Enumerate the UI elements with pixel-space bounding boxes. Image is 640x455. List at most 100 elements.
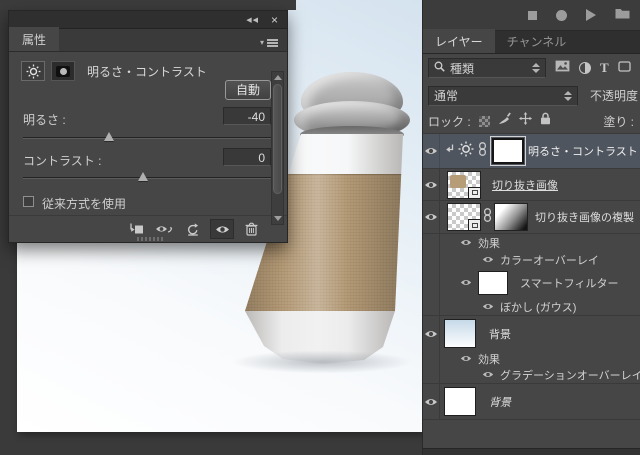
delete-trash-icon[interactable] bbox=[239, 219, 263, 239]
menu-lines-icon bbox=[267, 41, 278, 44]
shape-layer-filter-icon[interactable] bbox=[618, 59, 631, 77]
layer-thumbnail[interactable] bbox=[447, 203, 481, 231]
effects-label: 効果 bbox=[478, 354, 500, 366]
layer-thumbnail[interactable] bbox=[447, 170, 481, 199]
mask-link-chain-icon[interactable] bbox=[482, 207, 493, 227]
tab-channels[interactable]: チャンネル bbox=[495, 29, 579, 53]
layer-name: 背景 bbox=[489, 396, 511, 409]
layer-row-cutout[interactable]: 切り抜き画像 bbox=[423, 169, 640, 201]
tab-layers[interactable]: レイヤー bbox=[423, 29, 495, 53]
close-panel-icon[interactable]: × bbox=[271, 14, 278, 26]
filter-kind-dropdown[interactable]: 種類 bbox=[428, 58, 546, 78]
clip-to-layer-icon[interactable] bbox=[123, 219, 147, 239]
layer-row-background-2[interactable]: 背景 bbox=[423, 384, 640, 420]
contrast-slider-track[interactable] bbox=[23, 177, 273, 179]
effects-label: 効果 bbox=[478, 237, 500, 250]
layer-row-adjustment[interactable]: 明るさ・コントラスト bbox=[423, 134, 640, 169]
smart-object-badge-icon bbox=[468, 186, 481, 199]
toggle-visibility-eye-icon[interactable] bbox=[210, 219, 234, 239]
layer-filter-row: 種類 T bbox=[423, 54, 640, 82]
contrast-slider-thumb[interactable] bbox=[138, 172, 148, 181]
lock-label: ロック : bbox=[428, 114, 471, 129]
scroll-down-icon[interactable] bbox=[274, 216, 282, 221]
record-icon[interactable] bbox=[556, 9, 567, 21]
eye-column bbox=[423, 351, 440, 367]
lock-paint-brush-icon[interactable] bbox=[498, 112, 511, 130]
auto-button[interactable]: 自動 bbox=[225, 80, 271, 100]
color-overlay-row[interactable]: カラーオーバーレイ bbox=[423, 251, 640, 268]
fill-label: 塗り : bbox=[603, 114, 634, 129]
visibility-eye-icon[interactable] bbox=[423, 134, 440, 168]
effects-row[interactable]: 効果 bbox=[423, 234, 640, 251]
play-icon[interactable] bbox=[586, 9, 596, 21]
visibility-eye-icon[interactable] bbox=[423, 316, 440, 351]
dropdown-spinner-icon bbox=[564, 90, 572, 101]
brightness-adjustment-icon[interactable] bbox=[21, 61, 45, 81]
layer-name: 切り抜き画像の複製 bbox=[535, 212, 634, 224]
layer-list: 明るさ・コントラスト 切り抜き画像 切り抜き画像の複製 効果 カラーオーバーレイ… bbox=[423, 134, 640, 455]
brightness-adjustment-icon bbox=[458, 141, 474, 162]
view-previous-state-eye-icon[interactable] bbox=[152, 219, 176, 239]
fx-visibility-eye-icon[interactable] bbox=[482, 298, 494, 316]
brightness-slider-track[interactable] bbox=[23, 137, 273, 139]
brightness-value-field[interactable]: -40 bbox=[223, 107, 271, 125]
menu-caret-icon: ▾ bbox=[259, 38, 264, 47]
tab-properties[interactable]: 属性 bbox=[9, 27, 60, 51]
gaussian-blur-row[interactable]: ぼかし (ガウス) bbox=[423, 298, 640, 316]
eye-column bbox=[423, 268, 440, 298]
visibility-eye-icon[interactable] bbox=[423, 384, 440, 419]
lock-all-icon[interactable] bbox=[540, 112, 551, 130]
gradient-mask-thumbnail[interactable] bbox=[494, 203, 528, 231]
fx-visibility-eye-icon[interactable] bbox=[482, 366, 494, 384]
lock-position-move-icon[interactable] bbox=[518, 112, 532, 130]
lock-transparency-icon[interactable] bbox=[478, 115, 490, 127]
brightness-label: 明るさ : bbox=[23, 113, 66, 127]
brightness-slider-thumb[interactable] bbox=[104, 132, 114, 141]
visibility-eye-icon[interactable] bbox=[423, 169, 440, 200]
blend-mode-row: 通常 不透明度 : bbox=[423, 82, 640, 109]
panel-resize-grip[interactable] bbox=[137, 237, 163, 241]
contrast-value-field[interactable]: 0 bbox=[223, 148, 271, 166]
scrollbar-thumb[interactable] bbox=[273, 84, 282, 194]
smart-filters-label: スマートフィルター bbox=[520, 278, 619, 290]
eye-column bbox=[423, 234, 440, 251]
opacity-label: 不透明度 : bbox=[590, 89, 640, 103]
scroll-up-icon[interactable] bbox=[274, 75, 282, 80]
layer-thumbnail[interactable] bbox=[444, 319, 476, 348]
color-overlay-label: カラーオーバーレイ bbox=[500, 254, 599, 267]
visibility-eye-icon[interactable] bbox=[423, 201, 440, 233]
pixel-layer-filter-icon[interactable] bbox=[555, 59, 570, 77]
properties-panel: ◀◀ × 属性 ▾ 明るさ・コントラスト 自動 明るさ : -40 コントラスト… bbox=[8, 10, 288, 243]
fx-visibility-eye-icon[interactable] bbox=[482, 251, 494, 269]
adjustment-layer-filter-icon[interactable] bbox=[579, 62, 591, 74]
layer-row-cutout-copy[interactable]: 切り抜き画像の複製 bbox=[423, 201, 640, 234]
smart-filter-mask-thumbnail[interactable] bbox=[478, 271, 508, 295]
type-layer-filter-icon[interactable]: T bbox=[600, 60, 609, 76]
blend-mode-dropdown[interactable]: 通常 bbox=[428, 85, 578, 106]
adjustment-title: 明るさ・コントラスト bbox=[87, 64, 207, 79]
smart-object-badge-icon bbox=[468, 219, 481, 231]
lock-row: ロック : 塗り : bbox=[423, 109, 640, 134]
smart-filters-row[interactable]: スマートフィルター bbox=[423, 268, 640, 298]
filter-kind-label: 種類 bbox=[450, 61, 475, 76]
folder-icon[interactable] bbox=[615, 6, 630, 24]
mask-icon[interactable] bbox=[51, 61, 75, 81]
stop-icon[interactable] bbox=[528, 10, 537, 20]
panel-menu-icon[interactable]: ▾ bbox=[260, 38, 287, 51]
mask-link-chain-icon[interactable] bbox=[477, 141, 488, 161]
gradient-overlay-row[interactable]: グラデーションオーバーレイ bbox=[423, 367, 640, 384]
fx-visibility-eye-icon[interactable] bbox=[460, 274, 472, 292]
layer-row-background-1[interactable]: 背景 bbox=[423, 316, 640, 351]
reset-icon[interactable] bbox=[181, 219, 205, 239]
dropdown-spinner-icon bbox=[532, 63, 540, 73]
layer-mask-thumbnail[interactable] bbox=[490, 136, 526, 166]
adjustment-header-row: 明るさ・コントラスト bbox=[21, 61, 207, 81]
legacy-checkbox[interactable] bbox=[23, 196, 34, 207]
effects-row-2[interactable]: 効果 bbox=[423, 351, 640, 367]
eye-column bbox=[423, 367, 440, 383]
thumbnail-cup-fragment bbox=[450, 174, 466, 188]
fx-visibility-eye-icon[interactable] bbox=[460, 234, 472, 252]
collapse-panel-icon[interactable]: ◀◀ bbox=[246, 16, 259, 24]
properties-scrollbar[interactable] bbox=[271, 71, 284, 225]
layer-thumbnail[interactable] bbox=[444, 387, 476, 416]
